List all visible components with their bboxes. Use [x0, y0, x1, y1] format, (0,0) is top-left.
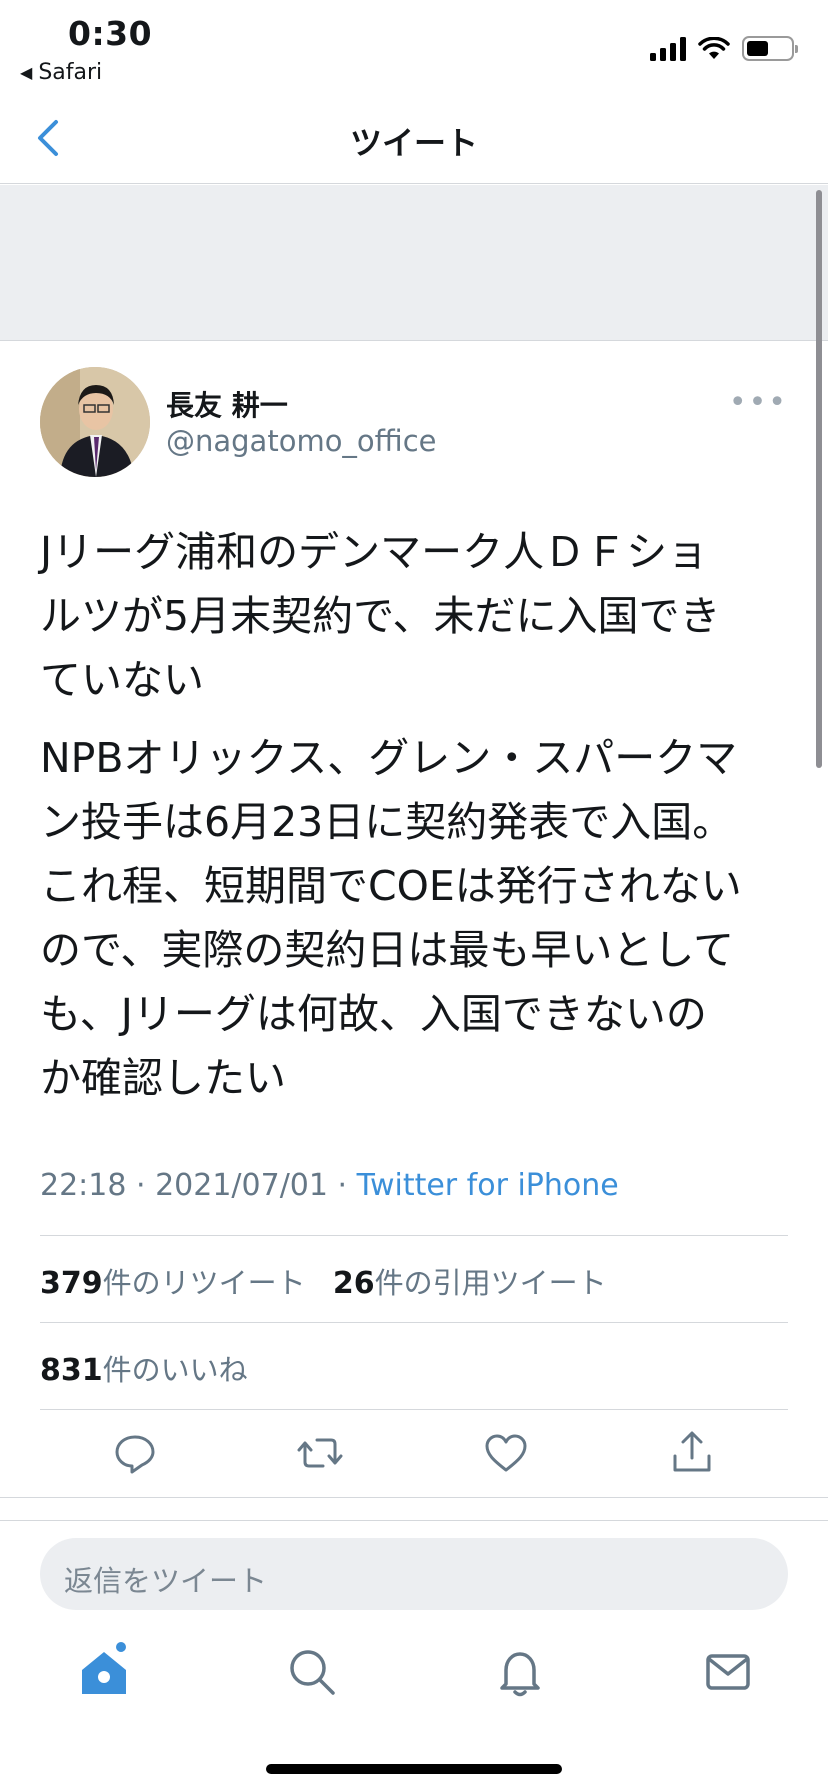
likes-stat[interactable]: 831件のいいね: [40, 1353, 248, 1388]
home-icon[interactable]: [76, 1644, 132, 1700]
status-icons: [650, 36, 798, 61]
divider: [40, 1322, 788, 1323]
tweet-paragraph: NPBオリックス、グレン・スパークマ ン投手は6月23日に契約発表で入国。 これ…: [40, 734, 742, 1102]
likes-count: 831: [40, 1353, 103, 1388]
tweet-timestamp: 22:18 · 2021/07/01 ·: [40, 1168, 357, 1203]
author-name[interactable]: 長友 耕一: [166, 384, 288, 424]
avatar-portrait-icon: [40, 367, 150, 477]
divider: [40, 1235, 788, 1236]
tweet-text: Jリーグ浦和のデンマーク人ＤＦショ ルツが5月末契約で、未だに入国でき ていない…: [40, 520, 780, 1124]
avatar[interactable]: [40, 367, 150, 477]
status-bar: 0:30 ◀ Safari: [0, 0, 828, 92]
retweets-count: 379: [40, 1266, 103, 1301]
tweet-paragraph: Jリーグ浦和のデンマーク人ＤＦショ ルツが5月末契約で、未だに入国でき ていない: [40, 528, 721, 704]
tweet-source-link[interactable]: Twitter for iPhone: [357, 1168, 619, 1203]
author-handle[interactable]: @nagatomo_office: [166, 424, 437, 458]
reply-icon[interactable]: [110, 1428, 160, 1478]
scrollbar[interactable]: [816, 190, 822, 768]
back-triangle-icon: ◀: [20, 63, 33, 82]
messages-icon[interactable]: [700, 1644, 756, 1700]
quotes-stat[interactable]: 26件の引用ツイート: [332, 1266, 607, 1301]
divider: [0, 1520, 828, 1521]
notifications-icon[interactable]: [492, 1644, 548, 1700]
back-app-label: Safari: [38, 60, 103, 85]
retweets-label: 件のリツイート: [102, 1266, 306, 1300]
likes-stats: 831件のいいね: [40, 1347, 266, 1389]
likes-label: 件のいいね: [102, 1353, 248, 1387]
tweet-actions: [0, 1410, 828, 1500]
quotes-count: 26: [332, 1266, 375, 1301]
navigation-bar: ツイート: [0, 92, 828, 184]
retweet-icon[interactable]: [295, 1428, 345, 1478]
divider: [0, 1497, 828, 1498]
engagement-stats: 379件のリツイート 26件の引用ツイート: [40, 1260, 625, 1302]
cellular-signal-icon: [650, 36, 686, 61]
more-options-icon[interactable]: •••: [729, 385, 788, 420]
home-indicator[interactable]: [266, 1764, 562, 1774]
back-to-app[interactable]: ◀ Safari: [20, 60, 102, 85]
wifi-icon: [698, 36, 730, 59]
tweet-meta: 22:18 · 2021/07/01 · Twitter for iPhone: [40, 1168, 619, 1203]
header-banner: [0, 185, 828, 341]
battery-icon: [742, 36, 798, 61]
retweets-stat[interactable]: 379件のリツイート: [40, 1266, 306, 1301]
reply-input[interactable]: 返信をツイート: [40, 1538, 788, 1610]
search-icon[interactable]: [284, 1644, 340, 1700]
share-icon[interactable]: [667, 1428, 717, 1478]
status-time: 0:30: [68, 14, 153, 53]
page-title: ツイート: [349, 124, 478, 162]
quotes-label: 件の引用ツイート: [374, 1266, 607, 1300]
like-icon[interactable]: [481, 1428, 531, 1478]
